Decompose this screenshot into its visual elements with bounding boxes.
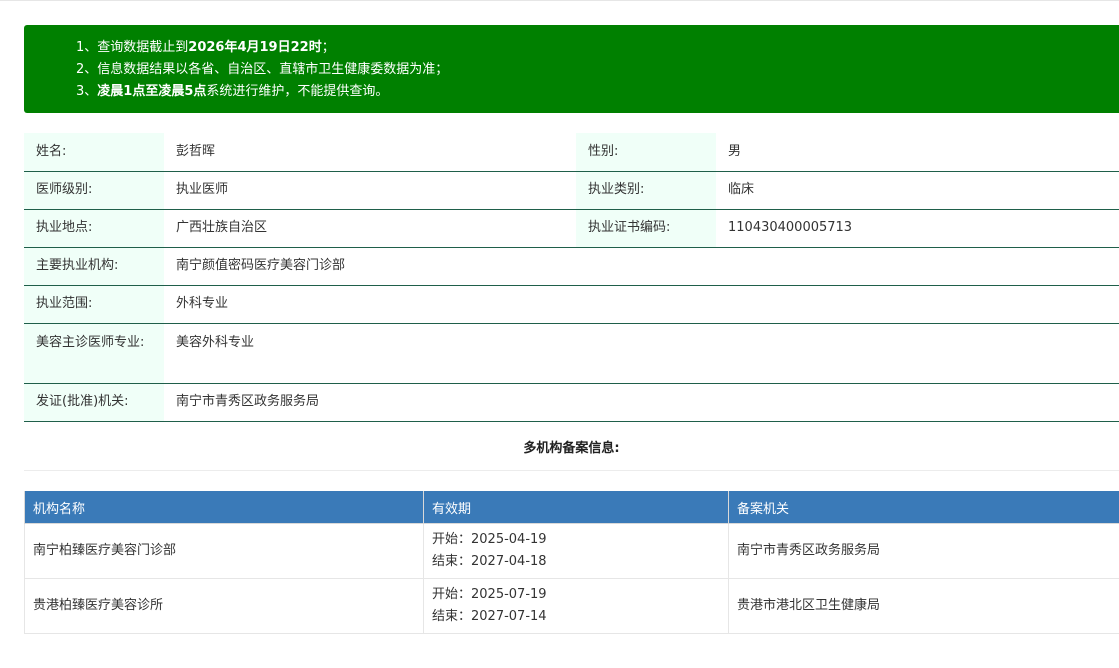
location-value: 广西壮族自治区	[164, 209, 576, 248]
record-start-date: 开始：2025-04-19	[432, 532, 547, 547]
record-start-date: 开始：2025-07-19	[432, 587, 547, 602]
record-org-name: 南宁柏臻医疗美容门诊部	[24, 523, 424, 579]
record-validity: 开始：2025-07-19 结束：2027-07-14	[423, 578, 729, 634]
header-authority: 备案机关	[728, 491, 1119, 524]
records-header-row: 机构名称 有效期 备案机关	[24, 491, 1119, 524]
level-value: 执业医师	[164, 171, 576, 210]
record-end-date: 结束：2027-07-14	[432, 609, 547, 624]
multi-org-records-table: 机构名称 有效期 备案机关 南宁柏臻医疗美容门诊部 开始：2025-04-19 …	[24, 491, 1119, 634]
record-validity: 开始：2025-04-19 结束：2027-04-18	[423, 523, 729, 579]
table-row: 贵港柏臻医疗美容诊所 开始：2025-07-19 结束：2027-07-14 贵…	[24, 578, 1119, 634]
top-divider	[0, 0, 1119, 1]
level-label: 医师级别:	[24, 171, 164, 210]
header-org-name: 机构名称	[24, 491, 424, 524]
info-row-name: 姓名: 彭哲晖 性别: 男	[24, 133, 1119, 172]
cosmetic-label: 美容主诊医师专业:	[24, 323, 164, 384]
info-row-level: 医师级别: 执业医师 执业类别: 临床	[24, 171, 1119, 210]
notice-line-1: 1、查询数据截止到2026年4月19日22时；	[76, 40, 335, 55]
info-row-org: 主要执业机构: 南宁颜值密码医疗美容门诊部	[24, 247, 1119, 286]
scope-value: 外科专业	[164, 285, 1119, 324]
location-label: 执业地点:	[24, 209, 164, 248]
info-row-issuer: 发证(批准)机关: 南宁市青秀区政务服务局	[24, 383, 1119, 422]
name-label: 姓名:	[24, 133, 164, 172]
record-end-date: 结束：2027-04-18	[432, 554, 547, 569]
record-authority: 南宁市青秀区政务服务局	[728, 523, 1119, 579]
org-label: 主要执业机构:	[24, 247, 164, 286]
scope-label: 执业范围:	[24, 285, 164, 324]
header-validity: 有效期	[423, 491, 729, 524]
name-value: 彭哲晖	[164, 133, 576, 172]
notice-line-3: 3、凌晨1点至凌晨5点系统进行维护，不能提供查询。	[76, 84, 389, 99]
issuer-value: 南宁市青秀区政务服务局	[164, 383, 1119, 422]
cert-label: 执业证书编码:	[576, 209, 716, 248]
info-row-cosmetic: 美容主诊医师专业: 美容外科专业	[24, 323, 1119, 384]
record-org-name: 贵港柏臻医疗美容诊所	[24, 578, 424, 634]
category-value: 临床	[716, 171, 1119, 210]
info-row-scope: 执业范围: 外科专业	[24, 285, 1119, 324]
notice-banner: 1、查询数据截止到2026年4月19日22时； 2、信息数据结果以各省、自治区、…	[24, 25, 1119, 113]
gender-value: 男	[716, 133, 1119, 172]
cosmetic-value: 美容外科专业	[164, 323, 1119, 384]
category-label: 执业类别:	[576, 171, 716, 210]
cert-value: 110430400005713	[716, 209, 1119, 248]
info-row-location: 执业地点: 广西壮族自治区 执业证书编码: 110430400005713	[24, 209, 1119, 248]
notice-line-2: 2、信息数据结果以各省、自治区、直辖市卫生健康委数据为准；	[76, 62, 449, 77]
multi-org-section-title: 多机构备案信息:	[24, 428, 1119, 471]
org-value: 南宁颜值密码医疗美容门诊部	[164, 247, 1119, 286]
issuer-label: 发证(批准)机关:	[24, 383, 164, 422]
gender-label: 性别:	[576, 133, 716, 172]
record-authority: 贵港市港北区卫生健康局	[728, 578, 1119, 634]
doctor-info-table: 姓名: 彭哲晖 性别: 男 医师级别: 执业医师 执业类别: 临床 执业地点: …	[24, 133, 1119, 422]
table-row: 南宁柏臻医疗美容门诊部 开始：2025-04-19 结束：2027-04-18 …	[24, 523, 1119, 579]
